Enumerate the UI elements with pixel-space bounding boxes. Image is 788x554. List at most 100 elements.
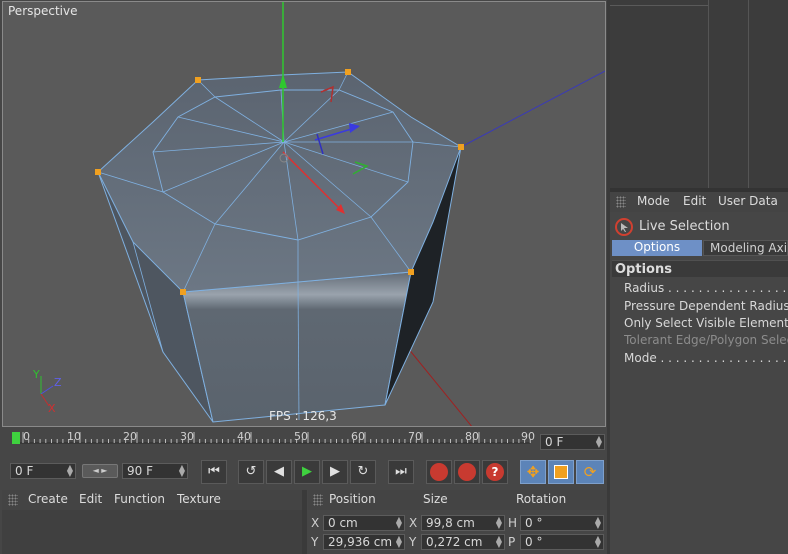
timeline-ruler[interactable]: 0 10 20 30 40 50 60 70 80 90 — [10, 430, 535, 452]
rotate-tool-button[interactable]: ⟳ — [576, 460, 604, 484]
pos-x-label: X — [311, 516, 320, 530]
stepper-arrows-icon[interactable]: ▲ ▼ — [595, 535, 601, 549]
tab-modeling-axis[interactable]: Modeling Axis — [703, 240, 788, 256]
tick-label: 0 — [23, 430, 30, 443]
step-back-icon: ◀ — [274, 464, 284, 479]
current-frame-field[interactable]: 0 F ▲ ▼ — [540, 434, 605, 450]
go-to-start-button[interactable]: ⏮ — [201, 460, 227, 484]
option-mode: Mode . . . . . . . . . . . . . . . . . .… — [624, 351, 788, 365]
tick-label: 30 — [180, 430, 194, 443]
perspective-viewport[interactable]: Y Z X Perspective FPS : 126,3 — [2, 1, 606, 427]
tool-name: Live Selection — [639, 219, 730, 234]
object-column-divider — [708, 0, 709, 188]
go-to-prev-key-button[interactable]: ↺ — [238, 460, 264, 484]
attribute-menubar: Mode Edit User Data — [610, 192, 788, 212]
end-frame-field[interactable]: 90 F ▲ ▼ — [122, 463, 188, 479]
stepper-arrows-icon[interactable]: ▲ ▼ — [496, 516, 502, 530]
object-column-divider-2 — [748, 0, 749, 188]
rot-h-label: H — [508, 516, 518, 530]
step-forward-button[interactable]: ▶ — [322, 460, 348, 484]
vertical-splitter[interactable] — [607, 0, 610, 554]
play-icon: ▶ — [302, 464, 312, 479]
stepper-arrows-icon[interactable]: ▲ ▼ — [396, 516, 402, 530]
object-manager-panel[interactable] — [610, 0, 788, 188]
autokey-button[interactable] — [454, 460, 480, 484]
panel-grip-icon[interactable] — [8, 494, 18, 506]
current-frame-value: 0 F — [545, 435, 564, 449]
size-y-field[interactable]: 0,272 cm ▲ ▼ — [421, 534, 505, 550]
size-x-field[interactable]: 99,8 cm ▲ ▼ — [421, 515, 505, 531]
menu-function[interactable]: Function — [114, 492, 165, 506]
option-pressure-dependent-radius: Pressure Dependent Radius — [624, 299, 788, 313]
size-y-value: 0,272 cm — [426, 535, 483, 549]
fps-readout: FPS : 126,3 — [269, 409, 337, 423]
option-only-select-visible: Only Select Visible Elements — [624, 316, 788, 330]
playhead-marker[interactable] — [12, 432, 20, 444]
size-y-label: Y — [409, 535, 417, 549]
start-frame-value: 0 F — [15, 464, 34, 478]
size-x-label: X — [409, 516, 418, 530]
rotation-h-value: 0 ° — [525, 516, 543, 530]
bottom-splitter[interactable] — [302, 490, 307, 554]
key-icon — [430, 463, 448, 481]
material-area[interactable] — [2, 510, 302, 554]
menu-user-data[interactable]: User Data — [718, 194, 778, 208]
step-back-button[interactable]: ◀ — [266, 460, 292, 484]
size-x-value: 99,8 cm — [426, 516, 475, 530]
scale-tool-button[interactable] — [548, 460, 574, 484]
position-x-field[interactable]: 0 cm ▲ ▼ — [323, 515, 405, 531]
position-y-field[interactable]: 29,936 cm ▲ ▼ — [323, 534, 405, 550]
menu-edit[interactable]: Edit — [79, 492, 102, 506]
play-button[interactable]: ▶ — [294, 460, 320, 484]
rot-p-label: P — [508, 535, 516, 549]
menu-mode[interactable]: Mode — [637, 194, 670, 208]
position-y-value: 29,936 cm — [328, 535, 393, 549]
orient-z-label: Z — [54, 376, 62, 389]
orient-y-label: Y — [32, 368, 40, 381]
header-rotation: Rotation — [516, 492, 567, 506]
go-to-end-button[interactable]: ⏭ — [388, 460, 414, 484]
stepper-arrows-icon[interactable]: ▲ ▼ — [596, 435, 602, 449]
menu-edit[interactable]: Edit — [683, 194, 706, 208]
record-keys-button[interactable] — [426, 460, 452, 484]
horizontal-splitter[interactable] — [610, 188, 788, 192]
next-key-icon: ↻ — [357, 464, 369, 479]
tab-options[interactable]: Options — [612, 240, 702, 256]
stepper-arrows-icon[interactable]: ▲ ▼ — [67, 464, 73, 478]
go-to-next-key-button[interactable]: ↻ — [350, 460, 376, 484]
coordinates-header: Position Size Rotation — [308, 490, 608, 510]
rotation-p-field[interactable]: 0 ° ▲ ▼ — [520, 534, 604, 550]
stepper-arrows-icon[interactable]: ▲ ▼ — [179, 464, 185, 478]
tick-label: 20 — [123, 430, 137, 443]
tick-label: 60 — [351, 430, 365, 443]
question-icon: ? — [486, 463, 504, 481]
options-section-header: Options — [612, 260, 788, 277]
menu-texture[interactable]: Texture — [177, 492, 221, 506]
rotate-icon: ⟳ — [583, 463, 597, 481]
range-slider-handle[interactable]: ◄ ► — [82, 464, 118, 478]
material-menubar: Create Edit Function Texture — [2, 490, 302, 510]
cinema4d-window: Y Z X Perspective FPS : 126,3 Mode Edit … — [0, 0, 788, 554]
viewport-title[interactable]: Perspective — [8, 4, 78, 18]
end-frame-value: 90 F — [127, 464, 153, 478]
panel-grip-icon[interactable] — [313, 494, 323, 506]
panel-grip-icon[interactable] — [616, 196, 626, 208]
cylinder-side-front — [182, 271, 412, 423]
rotation-h-field[interactable]: 0 ° ▲ ▼ — [520, 515, 604, 531]
world-axis-blue-line — [460, 70, 605, 148]
keyframe-selection-button[interactable]: ? — [482, 460, 508, 484]
stepper-arrows-icon[interactable]: ▲ ▼ — [496, 535, 502, 549]
tick-label: 90 — [521, 430, 535, 443]
move-arrows-icon: ✥ — [526, 463, 540, 481]
option-radius: Radius . . . . . . . . . . . . . . . . .… — [624, 281, 788, 295]
stepper-arrows-icon[interactable]: ▲ ▼ — [396, 535, 402, 549]
pos-y-label: Y — [311, 535, 319, 549]
stepper-arrows-icon[interactable]: ▲ ▼ — [595, 516, 601, 530]
prev-key-icon: ↺ — [245, 464, 257, 479]
start-frame-field[interactable]: 0 F ▲ ▼ — [10, 463, 76, 479]
menu-create[interactable]: Create — [28, 492, 68, 506]
move-tool-button[interactable]: ✥ — [520, 460, 546, 484]
header-position: Position — [329, 492, 376, 506]
viewport-scene: Y Z X — [32, 2, 605, 426]
tick-label: 10 — [67, 430, 81, 443]
